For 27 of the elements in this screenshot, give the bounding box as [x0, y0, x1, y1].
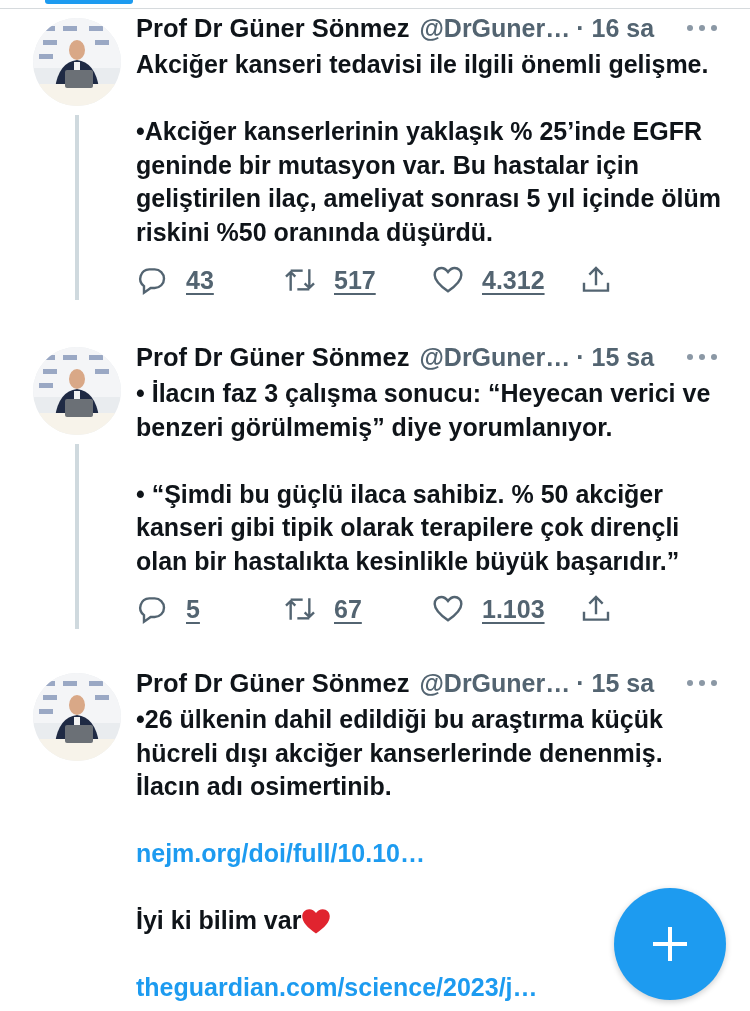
tweet-text: •26 ülkenin dahil edildiği bu araştırma küçük hücreli dışı akciğer kanserlerinde denenmiş. İlacın adı osimertinib. — [136, 704, 664, 802]
timestamp[interactable]: · 15 sa — [576, 342, 655, 372]
tweet-text: • “Şimdi bu güçlü ilaca sahibiz. % 50 akciğer kanseri gibi tipik olarak terapilere çok dirençli olan bir hastalıkta kesinlikle büyük başarıdır.” — [136, 478, 681, 577]
more-icon[interactable] — [686, 24, 718, 32]
more-icon[interactable] — [686, 353, 718, 361]
heart-icon — [301, 906, 332, 935]
reply-count[interactable]: 43 — [186, 265, 214, 295]
timestamp[interactable]: · 16 sa — [576, 13, 655, 43]
like-count[interactable]: 4.312 — [482, 265, 545, 295]
tweet-text: •Akciğer kanserlerinin yaklaşık % 25’inde EGFR geninde bir mutasyon var. Bu hastalar için geliştirilen ilaç, ameliyat sonrası 5 yıl içinde ölüm riskini %50 oranında düşürdü. — [136, 116, 722, 248]
author-name[interactable]: Prof Dr Güner Sönmez — [136, 668, 410, 698]
author-handle[interactable]: @DrGuner… — [419, 342, 571, 372]
author-handle[interactable]: @DrGuner… — [419, 13, 571, 43]
plus-icon — [650, 924, 690, 964]
like-count[interactable]: 1.103 — [482, 594, 545, 624]
tweet-text: Akciğer kanseri tedavisi ile ilgili önemli gelişme. — [136, 49, 710, 80]
retweet-count[interactable]: 67 — [334, 594, 362, 624]
more-icon[interactable] — [686, 679, 718, 687]
author-handle[interactable]: @DrGuner… — [419, 668, 571, 698]
retweet-count[interactable]: 517 — [334, 265, 376, 295]
tweet-text: • İlacın faz 3 çalışma sonucu: “Heyecan verici ve benzeri görülmemiş” diye yorumlanıyor. — [136, 378, 712, 443]
author-name[interactable]: Prof Dr Güner Sönmez — [136, 342, 410, 372]
tweet-text: İyi ki bilim var — [136, 905, 302, 936]
compose-button[interactable] — [614, 888, 726, 1000]
author-name[interactable]: Prof Dr Güner Sönmez — [136, 13, 410, 43]
timestamp[interactable]: · 15 sa — [576, 668, 655, 698]
reply-count[interactable]: 5 — [186, 594, 200, 624]
